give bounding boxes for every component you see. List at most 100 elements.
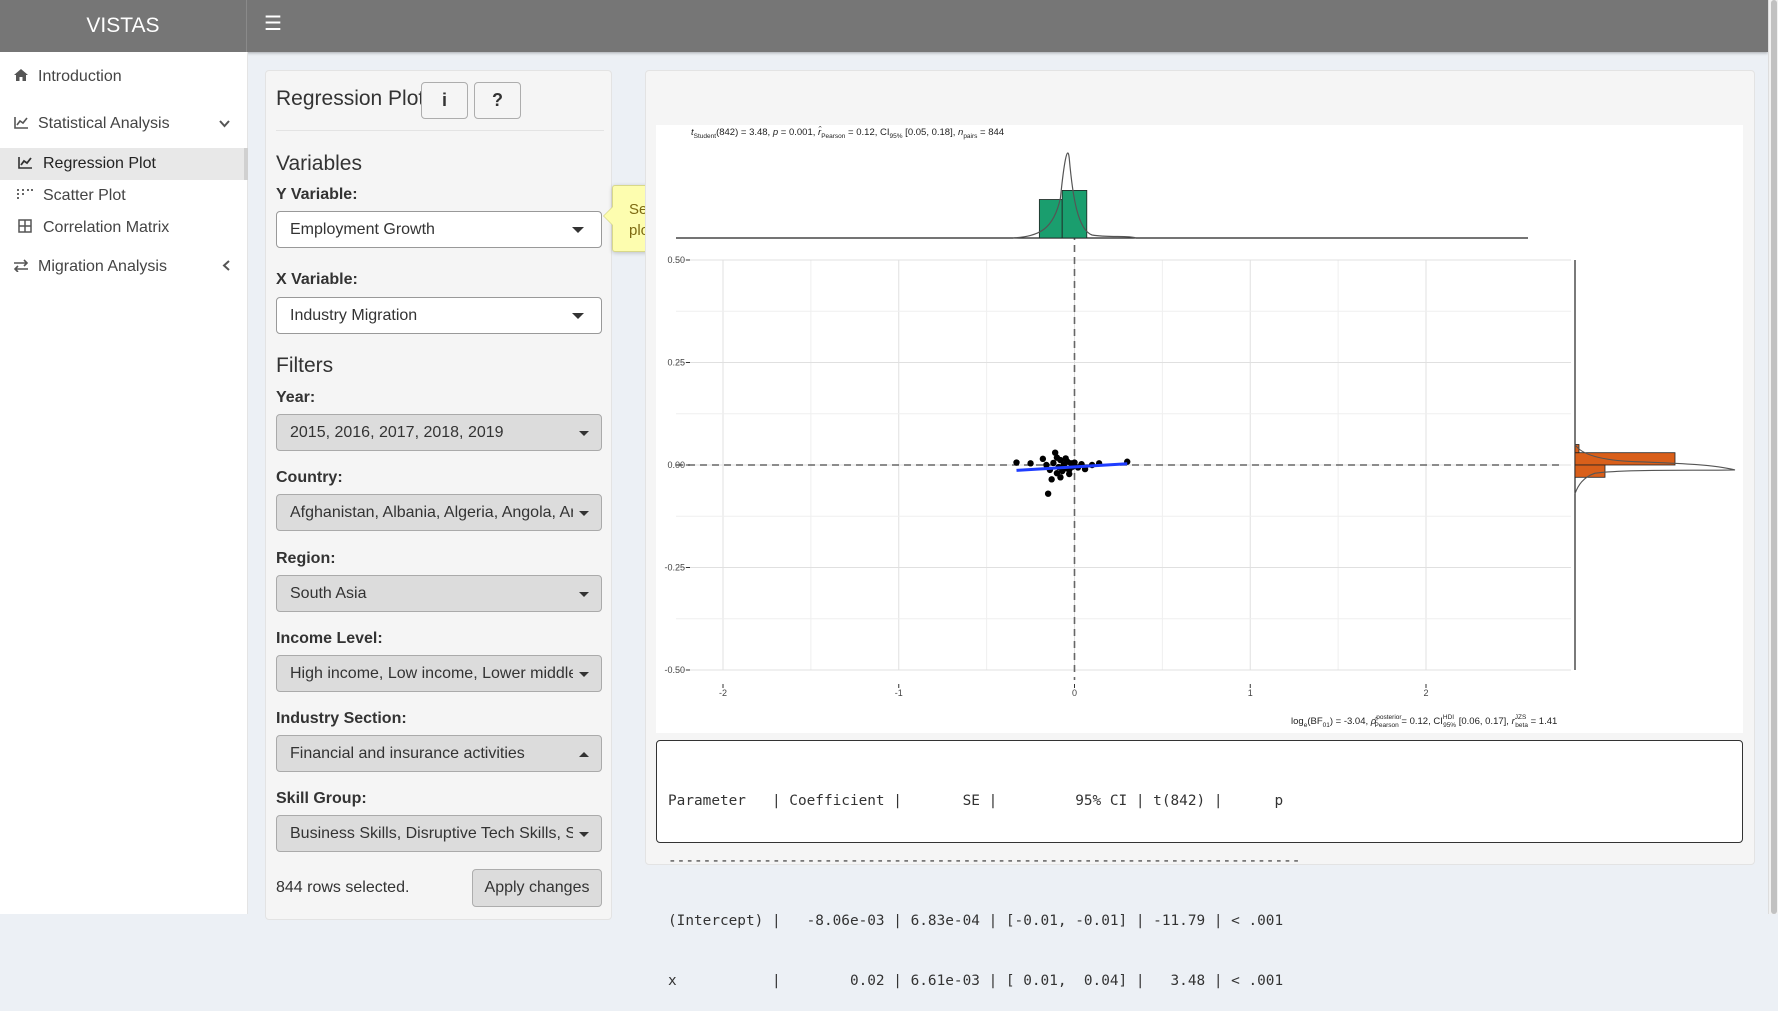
brand-logo[interactable]: VISTAS xyxy=(0,0,247,52)
home-icon xyxy=(11,68,31,86)
select-value: Employment Growth xyxy=(290,221,435,238)
caption-rb-sub: beta xyxy=(1515,722,1528,729)
stats-header-row: Parameter | Coefficient | SE | 95% CI | … xyxy=(668,793,1284,809)
chevron-left-icon xyxy=(222,260,230,274)
scatter-point xyxy=(1044,490,1052,497)
caret-down-icon xyxy=(579,431,589,436)
y-tick-label: 0.00 xyxy=(667,460,685,470)
apply-changes-button[interactable]: Apply changes xyxy=(472,869,602,907)
line-chart-icon xyxy=(11,116,31,133)
sidebar-item-migration-analysis[interactable]: Migration Analysis xyxy=(0,251,248,283)
stats-intercept-row: (Intercept) | -8.06e-03 | 6.83e-04 | [-0… xyxy=(668,913,1284,929)
sidebar-item-label: Regression Plot xyxy=(43,155,156,172)
caption-hdi-sub: 95% xyxy=(1443,722,1456,729)
filters-heading: Filters xyxy=(276,354,334,377)
caption-f: = 1.41 xyxy=(1528,716,1557,727)
scatter-point xyxy=(1048,476,1055,483)
sidebar: Introduction Statistical Analysis Regres… xyxy=(0,52,248,914)
sidebar-item-statistical-analysis[interactable]: Statistical Analysis xyxy=(0,108,248,140)
subtitle-t-sub: Student xyxy=(694,133,717,140)
sidebar-item-introduction[interactable]: Introduction xyxy=(0,61,248,93)
select-value: Business Skills, Disruptive Tech Skills,… xyxy=(290,825,573,842)
x-tick-label: -1 xyxy=(895,688,903,698)
x-tick-label: 2 xyxy=(1423,688,1428,698)
scrollbar-thumb[interactable] xyxy=(1771,0,1777,914)
sidebar-item-scatter-plot[interactable]: Scatter Plot xyxy=(0,180,248,212)
subtitle-n-val: = 844 xyxy=(977,127,1004,138)
year-label: Year: xyxy=(276,389,316,406)
select-value: Financial and insurance activities xyxy=(290,745,525,762)
help-button[interactable]: ? xyxy=(474,82,521,119)
caret-down-icon xyxy=(579,832,589,837)
area-chart-icon xyxy=(15,156,35,173)
subtitle-n-sub: pairs xyxy=(963,133,978,140)
top-navbar: VISTAS ☰ xyxy=(0,0,1768,52)
caret-up-icon xyxy=(579,752,589,757)
caption-rho-sub: Pearson xyxy=(1375,722,1400,729)
sidebar-item-label: Correlation Matrix xyxy=(43,219,170,236)
rows-selected-text: 844 rows selected. xyxy=(276,879,410,896)
select-value: 2015, 2016, 2017, 2018, 2019 xyxy=(290,424,504,441)
y-tick-label: 0.50 xyxy=(667,255,685,265)
x-tick-label: -2 xyxy=(719,688,727,698)
country-select[interactable]: Afghanistan, Albania, Algeria, Angola, A… xyxy=(276,494,602,531)
select-value: High income, Low income, Lower middle in… xyxy=(290,665,573,682)
caption-e: [0.06, 0.17], xyxy=(1456,716,1511,727)
reference-lines xyxy=(676,233,1561,680)
plot-caption: loge(BF01) = -3.04, ρ̂posterior Pearson =… xyxy=(1291,714,1557,729)
sidebar-item-regression-plot[interactable]: Regression Plot xyxy=(0,148,248,180)
industry-section-select[interactable]: Financial and insurance activities xyxy=(276,735,602,772)
stats-x-row: x | 0.02 | 6.61e-03 | [ 0.01, 0.04] | 3.… xyxy=(668,973,1284,989)
sidebar-item-label: Statistical Analysis xyxy=(38,115,170,132)
region-select[interactable]: South Asia xyxy=(276,575,602,612)
industry-section-label: Industry Section: xyxy=(276,710,407,727)
year-select[interactable]: 2015, 2016, 2017, 2018, 2019 xyxy=(276,414,602,451)
skill-group-select[interactable]: Business Skills, Disruptive Tech Skills,… xyxy=(276,815,602,852)
axis-ticks: -2 -1 0 1 2 0.50 0.25 0.00 -0.25 -0.50 xyxy=(664,255,1428,698)
caption-a: log xyxy=(1291,716,1304,727)
x-tick-label: 1 xyxy=(1248,688,1253,698)
scatter-point xyxy=(1057,474,1064,481)
controls-panel: Regression Plot i ? Variables Y Variable… xyxy=(265,70,612,920)
regression-stats-table: Parameter | Coefficient | SE | 95% CI | … xyxy=(656,740,1743,989)
scatter-point xyxy=(1050,459,1057,467)
y-tick-label: 0.25 xyxy=(667,358,685,368)
x-variable-select[interactable]: Industry Migration xyxy=(276,297,602,334)
chevron-down-icon xyxy=(219,117,230,131)
stats-divider: ----------------------------------------… xyxy=(668,853,1301,869)
scatter-points xyxy=(1013,449,1131,497)
top-marginal-histogram xyxy=(676,152,1528,239)
sidebar-item-label: Introduction xyxy=(38,68,122,85)
variables-heading: Variables xyxy=(276,152,362,175)
info-button[interactable]: i xyxy=(421,82,468,119)
x-variable-label: X Variable: xyxy=(276,271,358,288)
income-level-label: Income Level: xyxy=(276,630,383,647)
divider xyxy=(276,130,604,131)
x-tick-label: 0 xyxy=(1072,688,1077,698)
y-variable-select[interactable]: Employment Growth xyxy=(276,211,602,248)
caret-down-icon xyxy=(579,592,589,597)
scatter-dots-icon xyxy=(15,188,35,205)
panel-title: Regression Plot xyxy=(276,87,425,110)
page-scrollbar[interactable] xyxy=(1768,0,1778,914)
income-level-select[interactable]: High income, Low income, Lower middle in… xyxy=(276,655,602,692)
caret-down-icon xyxy=(572,227,584,233)
caption-c: ) = -3.04, xyxy=(1330,716,1371,727)
bars-icon[interactable]: ☰ xyxy=(262,13,284,35)
grid-icon xyxy=(15,219,35,237)
skill-group-label: Skill Group: xyxy=(276,790,367,807)
scatter-point xyxy=(1013,459,1020,466)
scatter-point xyxy=(1066,470,1073,478)
caret-down-icon xyxy=(572,313,584,319)
regression-plot: -2 -1 0 1 2 0.50 0.25 0.00 -0.25 -0.50 tStudent(8… xyxy=(656,125,1743,733)
caret-down-icon xyxy=(579,511,589,516)
sidebar-item-label: Scatter Plot xyxy=(43,187,126,204)
subtitle-r-sub: Pearson xyxy=(821,133,846,140)
sidebar-item-correlation-matrix[interactable]: Correlation Matrix xyxy=(0,212,248,244)
caption-hdi-sup: HDI xyxy=(1443,714,1454,721)
select-value: Industry Migration xyxy=(290,307,418,324)
plot-subtitle: tStudent(842) = 3.48, p = 0.001, r̂Pears… xyxy=(691,126,1004,140)
subtitle-ci-val: [0.05, 0.18], xyxy=(903,127,958,138)
caption-rb-sup: JZS xyxy=(1515,714,1527,721)
subtitle-p-val: = 0.001, xyxy=(778,127,818,138)
